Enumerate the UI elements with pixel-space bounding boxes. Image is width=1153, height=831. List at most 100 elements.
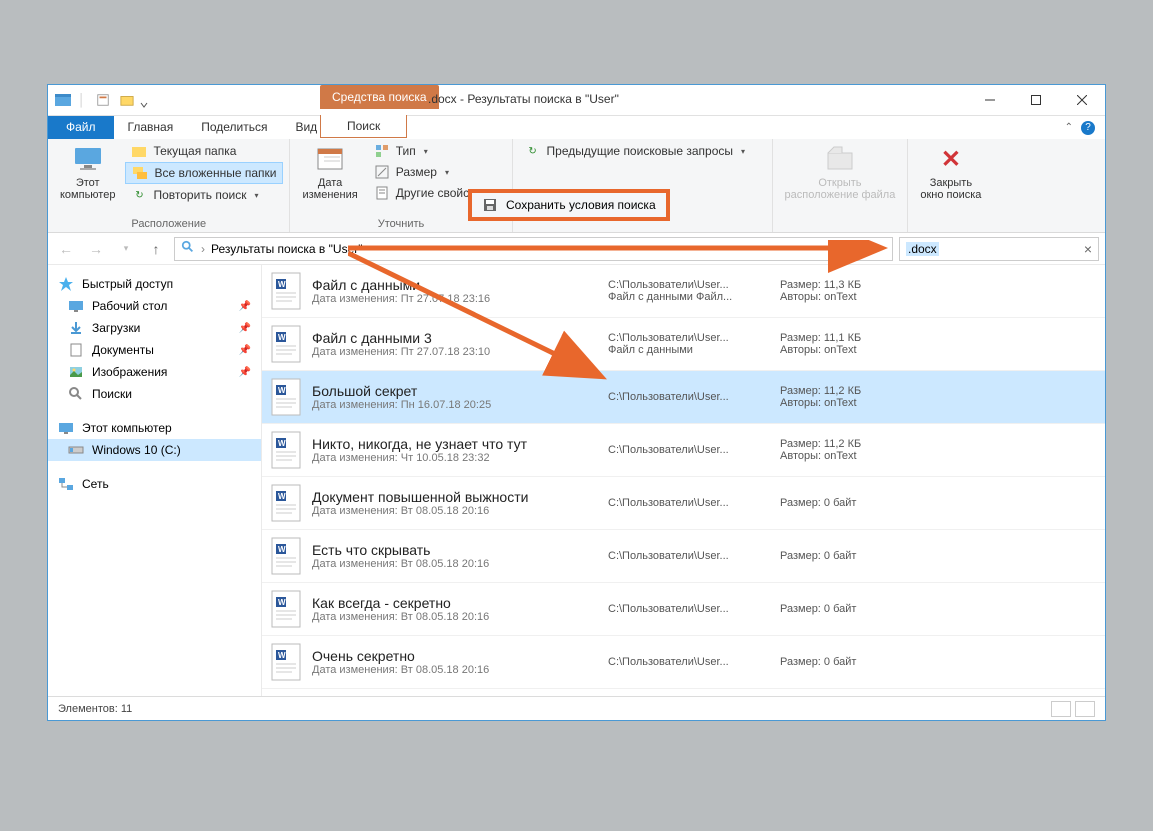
maximize-button[interactable]: [1013, 85, 1059, 115]
pin-icon: 📌: [239, 345, 251, 356]
search-results: W Файл с данными Дата изменения: Пт 27.0…: [262, 265, 1105, 696]
sidebar-label: Этот компьютер: [82, 421, 172, 435]
file-size: Размер: 11,1 КБ: [780, 332, 930, 344]
status-count: 11: [121, 703, 132, 715]
file-size: Размер: 0 байт: [780, 603, 930, 615]
result-row[interactable]: W Никто, никогда, не узнает что тут Дата…: [262, 424, 1105, 477]
file-path2: Файл с данными: [608, 344, 770, 356]
minimize-button[interactable]: [967, 85, 1013, 115]
breadcrumb[interactable]: › Результаты поиска в "User": [174, 237, 893, 261]
refresh-icon: ↻: [131, 187, 147, 203]
date-modified-label: Дата изменения: [302, 177, 357, 201]
collapse-ribbon-icon[interactable]: ⌃: [1065, 122, 1073, 133]
search-input[interactable]: .docx ×: [899, 237, 1099, 261]
window-controls: [967, 85, 1105, 115]
sidebar-searches[interactable]: Поиски: [48, 383, 261, 405]
word-doc-icon: W: [270, 642, 302, 682]
svg-text:W: W: [278, 386, 286, 395]
ribbon: Этот компьютер Текущая папка Все вложенн…: [48, 139, 1105, 233]
ribbon-group-close: ✕ Закрыть окно поиска: [908, 139, 993, 232]
date-modified-button[interactable]: Дата изменения: [296, 141, 363, 203]
current-folder-button[interactable]: Текущая папка: [125, 141, 283, 161]
size-button[interactable]: Размер ▾: [368, 162, 506, 182]
save-search-label: Сохранить условия поиска: [506, 198, 656, 212]
tab-file[interactable]: Файл: [48, 116, 114, 139]
result-row[interactable]: W Очень секретно Дата изменения: Вт 08.0…: [262, 636, 1105, 689]
all-subfolders-button[interactable]: Все вложенные папки: [125, 162, 283, 184]
tab-home[interactable]: Главная: [114, 116, 188, 139]
save-search-callout[interactable]: Сохранить условия поиска: [468, 189, 670, 221]
sidebar-documents[interactable]: Документы 📌: [48, 339, 261, 361]
file-path: C:\Пользователи\User...: [608, 603, 770, 615]
sidebar-desktop[interactable]: Рабочий стол 📌: [48, 295, 261, 317]
monitor-icon: [72, 143, 104, 175]
file-authors: Авторы: onText: [780, 291, 930, 303]
sidebar-network[interactable]: Сеть: [48, 473, 261, 495]
open-location-label: Открыть расположение файла: [785, 177, 896, 201]
result-row[interactable]: W Секретно Дата изменения: Вт 08.05.18 2…: [262, 689, 1105, 696]
result-row[interactable]: W Как всегда - секретно Дата изменения: …: [262, 583, 1105, 636]
type-button[interactable]: Тип ▾: [368, 141, 506, 161]
view-tiles-button[interactable]: [1075, 701, 1095, 717]
folder-open-icon: [824, 143, 856, 175]
titlebar: │ Средства поиска .docx - Результаты пои…: [48, 85, 1105, 115]
file-path: C:\Пользователи\User...: [608, 656, 770, 668]
repeat-search-button[interactable]: ↻ Повторить поиск ▾: [125, 185, 283, 205]
file-name: Очень секретно: [312, 648, 598, 664]
result-row[interactable]: W Большой секрет Дата изменения: Пн 16.0…: [262, 371, 1105, 424]
close-x-icon: ✕: [935, 143, 967, 175]
open-location-button[interactable]: Открыть расположение файла: [779, 141, 902, 203]
qa-properties-icon[interactable]: [92, 89, 114, 111]
desktop-icon: [68, 298, 84, 314]
word-doc-icon: W: [270, 430, 302, 470]
sidebar-label: Windows 10 (C:): [92, 443, 181, 457]
this-pc-button[interactable]: Этот компьютер: [54, 141, 121, 203]
result-row[interactable]: W Файл с данными Дата изменения: Пт 27.0…: [262, 265, 1105, 318]
explorer-icon: [54, 91, 72, 109]
view-details-button[interactable]: [1051, 701, 1071, 717]
file-date: Дата изменения: Вт 08.05.18 20:16: [312, 505, 598, 517]
sidebar-drive-c[interactable]: Windows 10 (C:): [48, 439, 261, 461]
sidebar-quick-access[interactable]: Быстрый доступ: [48, 273, 261, 295]
word-doc-icon: W: [270, 324, 302, 364]
sidebar-downloads[interactable]: Загрузки 📌: [48, 317, 261, 339]
qa-newfolder-icon[interactable]: [116, 89, 138, 111]
up-button[interactable]: ↑: [144, 237, 168, 261]
close-button[interactable]: [1059, 85, 1105, 115]
tab-share[interactable]: Поделиться: [187, 116, 281, 139]
repeat-search-label: Повторить поиск: [153, 188, 246, 202]
address-bar: ← → ▾ ↑ › Результаты поиска в "User" .do…: [48, 233, 1105, 265]
close-search-label: Закрыть окно поиска: [920, 177, 981, 201]
ribbon-group-open: Открыть расположение файла: [773, 139, 909, 232]
result-row[interactable]: W Документ повышенной выжности Дата изме…: [262, 477, 1105, 530]
file-size: Размер: 0 байт: [780, 550, 930, 562]
file-date: Дата изменения: Чт 10.05.18 23:32: [312, 452, 598, 464]
file-path: C:\Пользователи\User...: [608, 550, 770, 562]
help-icon[interactable]: ?: [1081, 121, 1095, 135]
back-button[interactable]: ←: [54, 237, 78, 261]
tab-search[interactable]: Поиск: [320, 115, 407, 138]
close-search-button[interactable]: ✕ Закрыть окно поиска: [914, 141, 987, 203]
file-size: Размер: 11,3 КБ: [780, 279, 930, 291]
sidebar-pictures[interactable]: Изображения 📌: [48, 361, 261, 383]
chevron-down-icon: ▾: [741, 147, 745, 156]
word-doc-icon: W: [270, 536, 302, 576]
drive-icon: [68, 442, 84, 458]
svg-text:W: W: [278, 545, 286, 554]
qa-dropdown-icon[interactable]: [140, 96, 148, 104]
history-icon: ↻: [525, 143, 541, 159]
result-row[interactable]: W Файл с данными 3 Дата изменения: Пт 27…: [262, 318, 1105, 371]
forward-button[interactable]: →: [84, 237, 108, 261]
previous-searches-button[interactable]: ↻ Предыдущие поисковые запросы ▾: [519, 141, 752, 161]
file-name: Есть что скрывать: [312, 542, 598, 558]
file-name: Файл с данными: [312, 277, 598, 293]
recent-dropdown[interactable]: ▾: [114, 237, 138, 261]
properties-icon: [374, 185, 390, 201]
size-label: Размер: [396, 165, 437, 179]
result-row[interactable]: W Есть что скрывать Дата изменения: Вт 0…: [262, 530, 1105, 583]
clear-search-icon[interactable]: ×: [1084, 241, 1092, 257]
sidebar-label: Сеть: [82, 477, 109, 491]
document-icon: [68, 342, 84, 358]
location-group-label: Расположение: [54, 216, 283, 232]
sidebar-this-pc[interactable]: Этот компьютер: [48, 417, 261, 439]
